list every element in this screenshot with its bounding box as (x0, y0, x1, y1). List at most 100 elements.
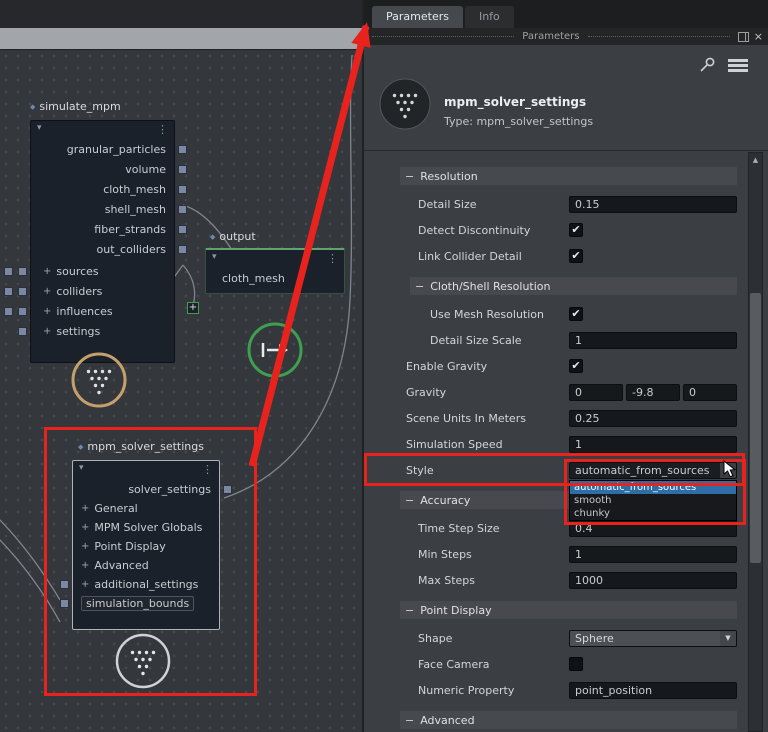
shape-dropdown[interactable]: Sphere ▼ (569, 629, 737, 647)
param-input[interactable]: 0.25 (569, 409, 737, 427)
section-header-cloth-shell-resolution[interactable]: − Cloth/Shell Resolution (410, 277, 737, 295)
node-title-simulate-mpm: ◆ simulate_mpm (30, 100, 121, 113)
scrollbar[interactable]: ▲ (748, 152, 763, 732)
node-input-row: + influences (4, 301, 174, 321)
plus-icon[interactable]: + (81, 503, 89, 514)
param-checkbox[interactable]: ✔ (569, 359, 583, 373)
node-simulate-mpm[interactable]: ▾ ⋮ granular_particles volume cloth_mesh sh… (4, 120, 187, 363)
style-dropdown-list[interactable]: automatic_from_sources smooth chunky (569, 479, 737, 521)
collapse-minus-icon[interactable]: − (405, 494, 414, 507)
divider-dotted (372, 36, 515, 37)
scrollbar-thumb[interactable] (750, 293, 761, 563)
section-header-resolution[interactable]: − Resolution (400, 167, 737, 185)
chevron-down-icon[interactable]: ▼ (720, 462, 736, 478)
section-label: Cloth/Shell Resolution (430, 279, 551, 293)
param-label: Link Collider Detail (418, 249, 522, 263)
param-row: Link Collider Detail ✔ (364, 243, 768, 269)
node-header: ▾ ⋮ (206, 250, 344, 268)
plus-icon[interactable]: + (43, 306, 51, 317)
plus-icon[interactable]: + (81, 522, 89, 533)
chevron-down-icon[interactable]: ▼ (720, 630, 736, 646)
plus-icon[interactable]: + (81, 560, 89, 571)
node-menu-icon[interactable]: ⋮ (327, 252, 338, 265)
section-header-advanced[interactable]: − Advanced (400, 711, 737, 729)
node-output[interactable]: ▾ ⋮ cloth_mesh (205, 248, 345, 294)
param-row: Detail Size Scale 1 (364, 327, 768, 353)
style-dropdown[interactable]: automatic_from_sources ▼ (569, 461, 737, 479)
param-input[interactable]: -9.8 (626, 383, 680, 401)
output-connector[interactable] (178, 164, 187, 174)
output-connector[interactable] (178, 184, 187, 194)
add-input-button[interactable]: + (187, 302, 199, 314)
plus-icon[interactable]: + (43, 326, 51, 337)
pane-window-icons: × (737, 31, 763, 42)
collapse-minus-icon[interactable]: − (405, 170, 414, 183)
solver-node-icon[interactable] (114, 632, 172, 690)
node-output-row: granular_particles (31, 139, 187, 159)
input-connector[interactable] (60, 599, 69, 608)
output-connector[interactable] (178, 144, 187, 154)
node-menu-icon[interactable]: ⋮ (202, 463, 213, 476)
param-row: Shape Sphere ▼ (364, 625, 768, 651)
close-pane-icon[interactable]: × (754, 31, 763, 42)
input-connector[interactable] (4, 306, 13, 316)
input-connector[interactable] (60, 580, 69, 589)
item-label: additional_settings (94, 578, 199, 591)
node-solver-settings[interactable]: ▾ ⋮ solver_settings + General + MPM Solver … (60, 460, 232, 630)
output-connector[interactable] (178, 224, 187, 234)
collapse-minus-icon[interactable]: − (405, 604, 414, 617)
param-checkbox[interactable]: ✔ (569, 307, 583, 321)
param-input[interactable]: 1 (569, 435, 737, 453)
input-connector[interactable] (18, 326, 27, 336)
plus-icon[interactable]: + (81, 541, 89, 552)
dropdown-option[interactable]: automatic_from_sources (570, 480, 736, 494)
node-menu-icon[interactable]: ⋮ (157, 123, 168, 136)
tab-info[interactable]: Info (464, 6, 514, 28)
input-connector[interactable] (18, 266, 27, 276)
param-checkbox[interactable] (569, 657, 583, 671)
param-input[interactable]: 0 (569, 383, 623, 401)
output-flag-icon[interactable] (246, 321, 304, 379)
param-input[interactable]: 1000 (569, 571, 737, 589)
parameters-scroll-area[interactable]: − Resolution Detail Size 0.15 Detect Discont… (364, 151, 768, 732)
param-row: Gravity 0 -9.8 0 (364, 379, 768, 405)
param-checkbox[interactable]: ✔ (569, 223, 583, 237)
dropdown-option[interactable]: smooth (570, 494, 736, 507)
collapse-triangle-icon[interactable]: ▾ (212, 252, 217, 262)
node-flag-icon: ◆ (210, 232, 216, 241)
param-row: Use Mesh Resolution ✔ (364, 301, 768, 327)
output-connector[interactable] (178, 244, 187, 254)
scroll-up-icon[interactable]: ▲ (749, 153, 762, 167)
plus-icon[interactable]: + (43, 266, 51, 277)
param-input[interactable]: 1 (569, 331, 737, 349)
param-row: Enable Gravity ✔ (364, 353, 768, 379)
output-connector[interactable] (223, 484, 232, 494)
plus-icon[interactable]: + (81, 579, 89, 590)
input-connector[interactable] (18, 286, 27, 296)
param-input[interactable]: 0 (683, 383, 737, 401)
input-connector[interactable] (18, 306, 27, 316)
pane-title-row: Parameters × (364, 28, 768, 45)
plus-icon[interactable]: + (43, 286, 51, 297)
collapse-minus-icon[interactable]: − (405, 714, 414, 727)
output-connector[interactable] (178, 204, 187, 214)
param-input[interactable]: point_position (569, 681, 737, 699)
collapse-minus-icon[interactable]: − (415, 280, 424, 293)
pin-icon[interactable] (698, 55, 718, 75)
section-header-point-display[interactable]: − Point Display (400, 601, 737, 619)
mpm-node-icon[interactable] (70, 351, 128, 409)
param-input[interactable]: 0.4 (569, 519, 737, 537)
input-connector[interactable] (4, 266, 13, 276)
input-connector[interactable] (4, 286, 13, 296)
collapse-triangle-icon[interactable]: ▾ (37, 123, 42, 133)
hamburger-menu-icon[interactable] (728, 59, 748, 74)
collapse-triangle-icon[interactable]: ▾ (79, 463, 84, 473)
param-input[interactable]: 1 (569, 545, 737, 563)
param-row: Scene Units In Meters 0.25 (364, 405, 768, 431)
tab-parameters[interactable]: Parameters (372, 6, 463, 28)
split-pane-icon[interactable] (737, 31, 749, 42)
network-editor[interactable]: ◆ simulate_mpm ▾ ⋮ granular_particles vol… (0, 0, 362, 732)
param-input[interactable]: 0.15 (569, 195, 737, 213)
dropdown-option[interactable]: chunky (570, 507, 736, 520)
param-checkbox[interactable]: ✔ (569, 249, 583, 263)
